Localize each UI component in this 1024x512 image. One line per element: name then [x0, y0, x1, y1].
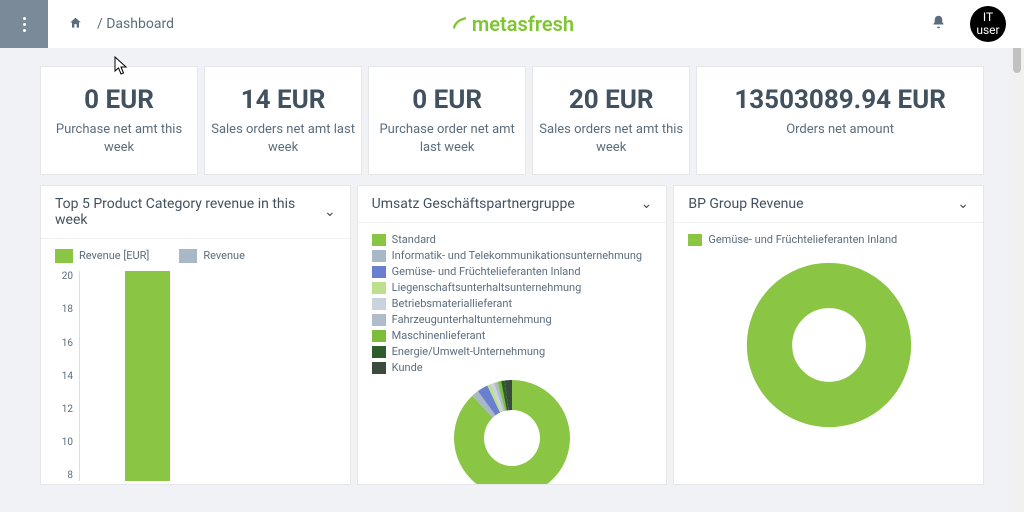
legend-item: Revenue [EUR] [79, 249, 149, 262]
panel-umsatz: Umsatz Geschäftspartnergruppe ⌄ Standard… [357, 185, 668, 485]
notifications-button[interactable] [931, 14, 946, 34]
donut-chart [688, 260, 969, 430]
legend-item: Gemüse- und Früchtelieferanten Inland [708, 233, 897, 246]
panel-header[interactable]: Umsatz Geschäftspartnergruppe ⌄ [358, 186, 667, 223]
panel-title: BP Group Revenue [688, 196, 803, 212]
chart-legend: Revenue [EUR] Revenue [55, 249, 336, 263]
donut-chart [372, 378, 653, 485]
panel-body: Revenue [EUR] Revenue 2018161412108 [41, 239, 350, 485]
chevron-down-icon: ⌄ [324, 204, 336, 220]
chevron-down-icon: ⌄ [641, 196, 653, 212]
panels-row: Top 5 Product Category revenue in this w… [0, 185, 1024, 485]
stat-card: 14 EUR Sales orders net amt last week [204, 66, 362, 175]
panel-top5: Top 5 Product Category revenue in this w… [40, 185, 351, 485]
y-axis: 2018161412108 [55, 271, 79, 481]
menu-button[interactable] [0, 0, 48, 48]
legend-item: Revenue [203, 249, 245, 262]
stat-card: 0 EUR Purchase order net amt last week [368, 66, 526, 175]
panel-header[interactable]: Top 5 Product Category revenue in this w… [41, 186, 350, 239]
panel-title: Top 5 Product Category revenue in this w… [55, 196, 324, 228]
legend-item: Liegenschaftsunterhaltsunternehmung [372, 281, 653, 294]
stat-label: Purchase order net amt last week [375, 121, 519, 156]
legend-item: Betriebsmateriallieferant [372, 297, 653, 310]
stat-card: 13503089.94 EUR Orders net amount [696, 66, 984, 175]
bar-chart: 2018161412108 [55, 271, 336, 481]
legend-item: Energie/Umwelt-Unternehmung [372, 345, 653, 358]
brand-logo[interactable]: metasfresh [450, 12, 574, 36]
chart-legend: Standard Informatik- und Telekommunikatio… [372, 233, 653, 374]
top-bar: / Dashboard metasfresh IT user [0, 0, 1024, 48]
brand-text: metasfresh [472, 12, 574, 36]
legend-swatch [688, 234, 702, 246]
legend-item: Fahrzeugunterhaltunternehmung [372, 313, 653, 326]
legend-item: Informatik- und Telekommunikationsuntern… [372, 249, 653, 262]
stat-value: 0 EUR [375, 85, 519, 115]
plot-area [79, 271, 336, 481]
kebab-icon [23, 17, 26, 32]
stat-label: Sales orders net amt last week [211, 121, 355, 156]
chart-legend: Gemüse- und Früchtelieferanten Inland [688, 233, 969, 246]
stat-label: Sales orders net amt this week [539, 121, 683, 156]
stat-label: Purchase net amt this week [47, 121, 191, 156]
legend-item: Maschinenlieferant [372, 329, 653, 342]
legend-item: Standard [372, 233, 653, 246]
chevron-down-icon: ⌄ [957, 196, 969, 212]
breadcrumb[interactable]: / Dashboard [97, 16, 174, 32]
panel-body: Standard Informatik- und Telekommunikatio… [358, 223, 667, 485]
avatar-label: IT user [976, 11, 999, 37]
panel-bpgroup: BP Group Revenue ⌄ Gemüse- und Früchteli… [673, 185, 984, 485]
scrollbar[interactable] [1010, 0, 1024, 512]
panel-header[interactable]: BP Group Revenue ⌄ [674, 186, 983, 223]
stat-value: 13503089.94 EUR [703, 85, 977, 115]
stat-value: 20 EUR [539, 85, 683, 115]
stat-card: 0 EUR Purchase net amt this week [40, 66, 198, 175]
stat-value: 0 EUR [47, 85, 191, 115]
panel-body: Gemüse- und Früchtelieferanten Inland [674, 223, 983, 484]
legend-item: Kunde [372, 361, 653, 374]
bar [125, 271, 170, 481]
avatar[interactable]: IT user [970, 6, 1006, 42]
panel-title: Umsatz Geschäftspartnergruppe [372, 196, 575, 212]
legend-item: Gemüse- und Früchtelieferanten Inland [372, 265, 653, 278]
stat-label: Orders net amount [703, 121, 977, 139]
bell-icon [931, 14, 946, 30]
stat-value: 14 EUR [211, 85, 355, 115]
stat-card: 20 EUR Sales orders net amt this week [532, 66, 690, 175]
home-icon[interactable] [68, 15, 83, 34]
stats-row: 0 EUR Purchase net amt this week 14 EUR Sa… [0, 48, 1024, 185]
